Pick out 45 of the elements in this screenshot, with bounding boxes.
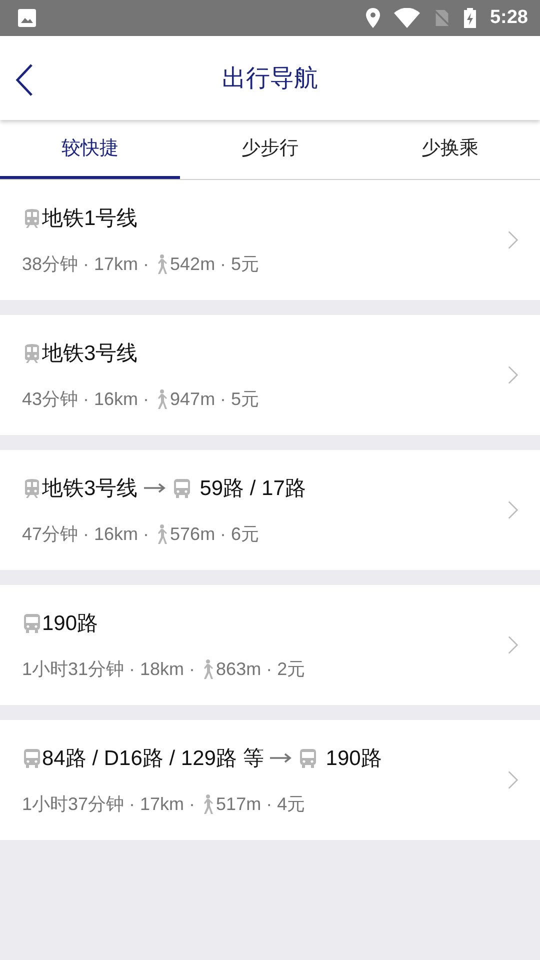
- tab[interactable]: 少步行: [180, 120, 360, 179]
- route-card[interactable]: 地铁3号线 43分钟 · 16km · 947m · 5元: [0, 315, 540, 435]
- route-name: 地铁3号线: [42, 476, 138, 502]
- tab[interactable]: 少换乘: [360, 120, 540, 179]
- route-name: 190路: [326, 746, 382, 772]
- route-card[interactable]: 84路 / D16路 / 129路 等 190路 1小时37分钟 · 17km · 517m · 4元: [0, 720, 540, 840]
- route-summary: 43分钟 · 16km ·: [22, 388, 150, 411]
- bus-icon: [298, 748, 318, 768]
- chevron-right-icon: [508, 500, 518, 520]
- bus-icon: [22, 748, 42, 768]
- subway-icon: [22, 343, 42, 363]
- walk-and-fare: 517m · 4元: [216, 793, 306, 816]
- route-name: 地铁3号线: [42, 341, 138, 367]
- route-summary: 38分钟 · 17km ·: [22, 253, 150, 276]
- arrow-icon: [144, 483, 166, 493]
- clock: 5:28: [490, 7, 528, 29]
- chevron-right-icon: [508, 635, 518, 655]
- route-summary: 1小时31分钟 · 18km ·: [22, 658, 196, 681]
- route-card[interactable]: 190路 1小时31分钟 · 18km · 863m · 2元: [0, 585, 540, 705]
- bus-icon: [22, 613, 42, 633]
- walk-and-fare: 863m · 2元: [216, 658, 306, 681]
- route-card[interactable]: 地铁3号线 59路 / 17路 47分钟 · 16km · 576m · 6元: [0, 450, 540, 570]
- page-title: 出行导航: [222, 63, 318, 94]
- route-name: 地铁1号线: [42, 206, 138, 232]
- subway-icon: [22, 478, 42, 498]
- image-icon: [17, 8, 37, 28]
- battery-icon: [464, 8, 476, 28]
- no-sim-icon: [434, 8, 450, 28]
- route-card[interactable]: 地铁1号线 38分钟 · 17km · 542m · 5元: [0, 180, 540, 300]
- chevron-right-icon: [508, 770, 518, 790]
- location-icon: [366, 8, 380, 28]
- subway-icon: [22, 208, 42, 228]
- chevron-right-icon: [508, 230, 518, 250]
- walk-and-fare: 576m · 6元: [170, 523, 260, 546]
- route-name: 190路: [42, 611, 98, 637]
- route-name: 59路 / 17路: [200, 476, 306, 502]
- route-summary: 47分钟 · 16km ·: [22, 523, 150, 546]
- route-name: 84路 / D16路 / 129路 等: [42, 746, 264, 772]
- walk-and-fare: 542m · 5元: [170, 253, 260, 276]
- arrow-icon: [270, 753, 292, 763]
- chevron-right-icon: [508, 365, 518, 385]
- walk-and-fare: 947m · 5元: [170, 388, 260, 411]
- bus-icon: [172, 478, 192, 498]
- route-summary: 1小时37分钟 · 17km ·: [22, 793, 196, 816]
- wifi-icon: [394, 8, 420, 28]
